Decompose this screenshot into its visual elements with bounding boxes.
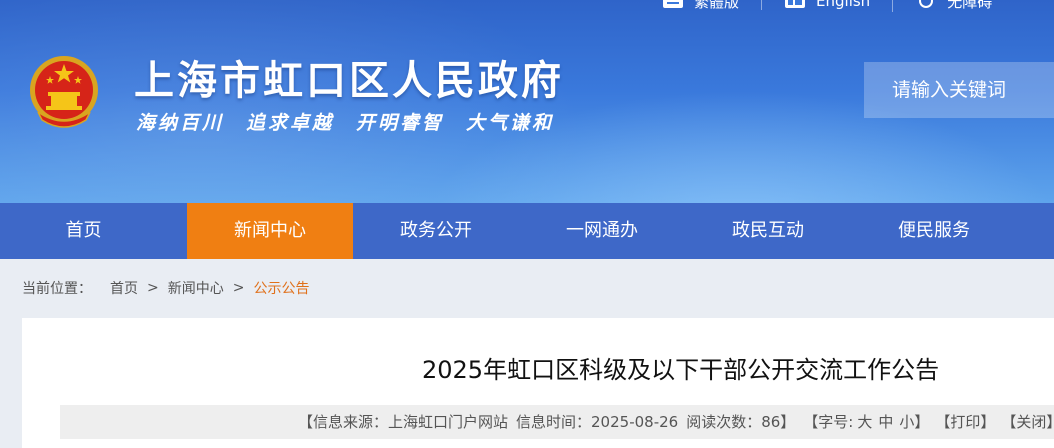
font-size-large-button[interactable]: 大: [857, 405, 872, 439]
print-button[interactable]: 【打印】: [935, 405, 995, 439]
site-slogan: 海纳百川 追求卓越 开明睿智 大气谦和: [136, 112, 555, 134]
traditional-chinese-icon: [663, 0, 683, 8]
nav-item-interaction[interactable]: 政民互动: [685, 203, 851, 259]
article-title: 2025年虹口区科级及以下干部公开交流工作公告: [422, 356, 940, 384]
font-size-small-button[interactable]: 小】: [899, 405, 929, 439]
article-read-count: 阅读次数：86】: [686, 413, 796, 431]
accessibility-icon: [919, 0, 934, 8]
nav-item-government-affairs[interactable]: 政务公开: [353, 203, 519, 259]
nav-item-news-center[interactable]: 新闻中心: [187, 203, 353, 259]
breadcrumb-news-center[interactable]: 新闻中心: [168, 278, 224, 298]
breadcrumb-separator: >: [232, 280, 245, 296]
header-banner: 上海市虹口区人民政府 海纳百川 追求卓越 开明睿智 大气谦和 繁體版 Engli…: [0, 0, 1054, 203]
nav-item-convenience[interactable]: 便民服务: [851, 203, 1017, 259]
breadcrumb-home[interactable]: 首页: [110, 278, 138, 298]
font-size-label: 【字号:: [803, 413, 854, 431]
nav-item-home[interactable]: 首页: [0, 203, 187, 259]
breadcrumb: 当前位置： 首页 > 新闻中心 > 公示公告: [22, 278, 309, 298]
national-emblem-icon: [30, 56, 98, 128]
article-meta-bar: 【信息来源：上海虹口门户网站 信息时间：2025-08-26 阅读次数：86】 …: [60, 405, 1054, 439]
article-source: 【信息来源：上海虹口门户网站: [298, 413, 509, 431]
english-icon: [785, 0, 806, 8]
breadcrumb-separator: >: [147, 280, 159, 296]
close-button[interactable]: 【关闭】: [1001, 405, 1054, 439]
accessibility-label: 无障碍: [947, 0, 993, 11]
traditional-chinese-label: 繁體版: [694, 0, 740, 11]
english-link[interactable]: English: [761, 0, 892, 10]
accessibility-link[interactable]: 无障碍: [892, 0, 1014, 12]
english-label: English: [816, 0, 871, 10]
traditional-chinese-link[interactable]: 繁體版: [662, 0, 761, 12]
font-size-medium-button[interactable]: 中: [878, 405, 893, 439]
top-links-bar: 繁體版 English 无障碍: [662, 0, 1014, 12]
nav-item-online-services[interactable]: 一网通办: [519, 203, 685, 259]
article-time: 信息时间：2025-08-26: [516, 413, 679, 431]
main-nav: 首页 新闻中心 政务公开 一网通办 政民互动 便民服务: [0, 203, 1054, 259]
search-input[interactable]: [864, 62, 1054, 118]
breadcrumb-current[interactable]: 公示公告: [253, 278, 309, 298]
site-title: 上海市虹口区人民政府: [134, 57, 564, 104]
breadcrumb-prefix: 当前位置：: [22, 281, 92, 297]
